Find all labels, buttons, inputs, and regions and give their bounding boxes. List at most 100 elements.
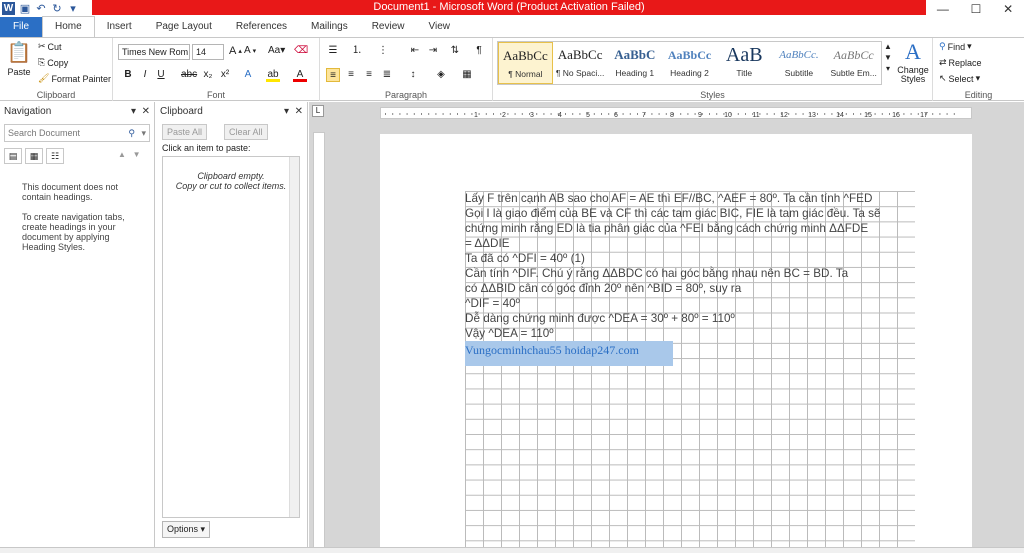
style-normal[interactable]: AaBbCc ¶ Normal — [498, 42, 553, 84]
maximize-icon[interactable]: ☐ — [971, 2, 982, 16]
italic-icon[interactable]: I — [138, 68, 152, 82]
save-icon[interactable]: ▣ — [19, 3, 31, 15]
decrease-indent-icon[interactable]: ⇤ — [408, 44, 422, 58]
style-heading-2[interactable]: AaBbCc Heading 2 — [662, 42, 717, 84]
undo-icon[interactable]: ↶ — [35, 3, 47, 15]
borders-icon[interactable]: ▦ — [460, 68, 474, 82]
style-title[interactable]: AaB Title — [717, 42, 772, 84]
browse-pages-icon[interactable]: ▦ — [25, 148, 43, 164]
text-effects-icon[interactable]: A — [241, 68, 255, 82]
font-name-box[interactable]: Times New Rom — [118, 44, 190, 60]
paragraph-group: ☰ ⒈ ⋮ ⇤ ⇥ ⇅ ¶ ≡ ≡ ≡ ≣ ↕ ◈ ▦ Paragraph — [320, 38, 493, 101]
sort-icon[interactable]: ⇅ — [448, 44, 462, 58]
select-button[interactable]: ↖ Select ▾ — [939, 73, 980, 84]
paste-all-button[interactable]: Paste All — [162, 124, 208, 140]
replace-button[interactable]: ⇄ Replace — [939, 57, 982, 68]
chevron-down-icon[interactable]: ▼ — [133, 150, 141, 159]
multilevel-list-icon[interactable]: ⋮ — [376, 44, 390, 58]
chevron-down-icon[interactable]: ▾ — [141, 125, 146, 141]
style-no-spacing[interactable]: AaBbCc ¶ No Spaci... — [553, 42, 608, 84]
vertical-ruler[interactable] — [313, 132, 325, 553]
paste-button[interactable]: 📋 Paste — [6, 40, 32, 77]
bold-icon[interactable]: B — [121, 68, 135, 82]
clear-all-button[interactable]: Clear All — [224, 124, 268, 140]
ruler-tick — [601, 113, 602, 115]
clipboard-group-label: Clipboard — [36, 90, 76, 100]
tab-mailings[interactable]: Mailings — [299, 17, 360, 37]
tab-view[interactable]: View — [417, 17, 463, 37]
pane-close-icon[interactable]: ✕ — [295, 106, 303, 117]
tab-home[interactable]: Home — [42, 16, 95, 37]
search-icon[interactable]: ⚲ — [128, 125, 135, 141]
word-logo-icon[interactable]: W — [2, 2, 15, 15]
ruler-tick — [665, 113, 667, 115]
tab-selector-icon[interactable]: L — [312, 105, 324, 117]
highlight-color-icon[interactable]: ab — [266, 68, 280, 82]
tab-insert[interactable]: Insert — [95, 17, 144, 37]
ruler-tick — [716, 113, 718, 115]
align-left-icon[interactable]: ≡ — [326, 68, 340, 82]
strikethrough-icon[interactable]: abc — [181, 68, 197, 82]
selected-text[interactable]: Vungocminhchau55 hoidap247.com — [465, 341, 673, 366]
horizontal-ruler[interactable]: 1 2 3 4 5 6 7 8 9 10 11 12 13 14 15 16 17 — [380, 107, 972, 119]
pane-menu-icon[interactable]: ▾ — [131, 106, 136, 117]
style-subtle-emphasis[interactable]: AaBbCc Subtle Em... — [826, 42, 881, 84]
copy-button[interactable]: ⎘ Copy — [38, 57, 68, 68]
styles-scroll[interactable]: ▲ ▼ ▾ — [884, 42, 892, 73]
clipboard-items-list[interactable]: Clipboard empty. Copy or cut to collect … — [162, 156, 300, 518]
ruler-number: 16 — [892, 112, 900, 119]
superscript-icon[interactable]: x² — [218, 68, 232, 82]
ruler-tick — [795, 113, 797, 115]
grow-font-icon[interactable]: A ▴ — [229, 45, 242, 57]
tab-file[interactable]: File — [0, 17, 42, 37]
show-hide-icon[interactable]: ¶ — [472, 44, 486, 58]
line-spacing-icon[interactable]: ↕ — [406, 68, 420, 82]
font-group-label: Font — [206, 90, 225, 100]
format-painter-button[interactable]: 🖌 Format Painter — [38, 73, 111, 84]
clipboard-scrollbar[interactable] — [289, 157, 299, 517]
document-body[interactable]: Lấy F trên cạnh AB sao cho AF = AE thì E… — [465, 191, 915, 366]
redo-icon[interactable]: ↻ — [51, 3, 63, 15]
tab-review[interactable]: Review — [360, 17, 417, 37]
align-center-icon[interactable]: ≡ — [344, 68, 358, 82]
document-area: L 1 2 3 4 5 6 7 8 9 10 11 12 13 14 15 16 17 Lấy F trên c… — [309, 102, 1024, 553]
minimize-icon[interactable]: — — [937, 2, 949, 16]
ruler-tick — [457, 113, 458, 115]
close-icon[interactable]: ✕ — [1003, 2, 1013, 16]
search-document-input[interactable]: Search Document ⚲ ▾ — [4, 124, 150, 142]
customize-qat-icon[interactable]: ▾ — [67, 3, 79, 15]
document-page[interactable]: Lấy F trên cạnh AB sao cho AF = AE thì E… — [380, 134, 972, 553]
tab-references[interactable]: References — [224, 17, 299, 37]
numbering-icon[interactable]: ⒈ — [350, 44, 364, 58]
status-bar — [0, 547, 1024, 553]
ruler-number: 5 — [586, 112, 590, 119]
underline-icon[interactable]: U — [154, 68, 168, 82]
style-heading-1[interactable]: AaBbC Heading 1 — [607, 42, 662, 84]
ruler-number: 4 — [558, 112, 562, 119]
text-line: Dễ dàng chứng minh được ^DEA = 30º + 80º… — [465, 312, 735, 325]
options-button[interactable]: Options ▾ — [162, 521, 210, 538]
style-subtitle[interactable]: AaBbCc. Subtitle — [772, 42, 827, 84]
find-button[interactable]: ⚲ Find ▾ — [939, 41, 972, 52]
cursor-icon: ↖ — [939, 73, 947, 83]
chevron-up-icon[interactable]: ▲ — [118, 150, 126, 159]
bullets-icon[interactable]: ☰ — [326, 44, 340, 58]
clear-formatting-icon[interactable]: ⌫ — [294, 45, 308, 56]
cut-button[interactable]: ✂ Cut — [38, 41, 62, 52]
pane-menu-icon[interactable]: ▾ — [284, 106, 289, 117]
tab-page-layout[interactable]: Page Layout — [144, 17, 224, 37]
change-styles-button[interactable]: A Change Styles — [896, 40, 930, 84]
justify-icon[interactable]: ≣ — [380, 68, 394, 82]
shading-icon[interactable]: ◈ — [434, 68, 448, 82]
align-right-icon[interactable]: ≡ — [362, 68, 376, 82]
change-case-icon[interactable]: Aa▾ — [268, 45, 285, 56]
subscript-icon[interactable]: x₂ — [201, 68, 215, 82]
ruler-tick — [550, 113, 552, 115]
browse-results-icon[interactable]: ☷ — [46, 148, 64, 164]
pane-close-icon[interactable]: ✕ — [142, 106, 150, 117]
browse-headings-icon[interactable]: ▤ — [4, 148, 22, 164]
font-color-icon[interactable]: A — [293, 68, 307, 82]
font-size-box[interactable]: 14 — [192, 44, 224, 60]
increase-indent-icon[interactable]: ⇥ — [426, 44, 440, 58]
shrink-font-icon[interactable]: A ▾ — [244, 45, 256, 56]
